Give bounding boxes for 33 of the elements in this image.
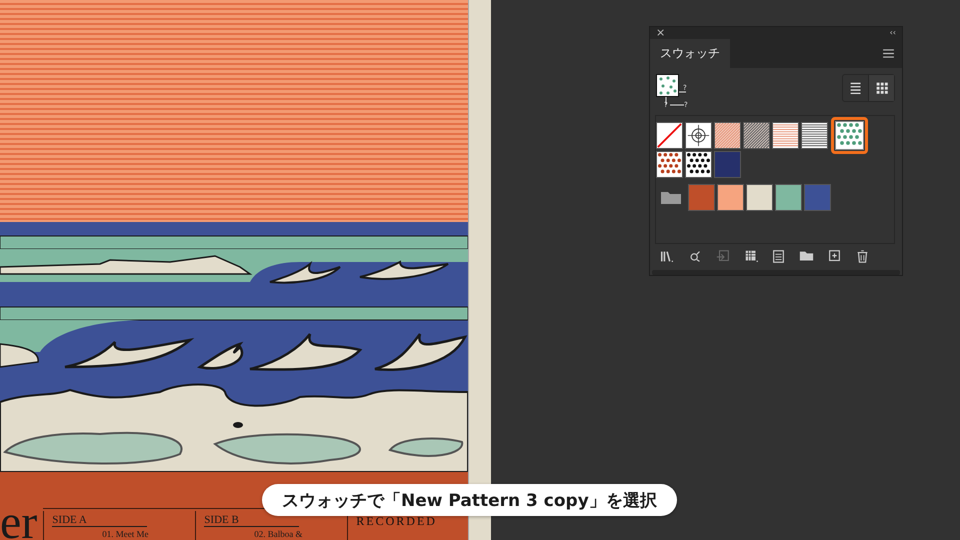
section-heading: SIDE A <box>52 514 147 527</box>
collapse-icon[interactable]: ‹‹ <box>890 28 896 37</box>
thumbnail-view-button[interactable] <box>868 74 894 101</box>
album-title-fragment: er <box>0 506 38 540</box>
folder-icon <box>660 189 682 206</box>
color-swatch[interactable] <box>714 150 741 178</box>
color-swatch[interactable] <box>775 184 802 211</box>
registration-swatch[interactable] <box>685 122 712 149</box>
dot-pattern-swatch[interactable] <box>656 150 683 178</box>
swatch-grid-icon[interactable] <box>744 249 759 264</box>
diagonal-pattern-swatch[interactable] <box>714 122 741 149</box>
diagonal-pattern-swatch[interactable] <box>743 122 770 149</box>
color-swatch[interactable] <box>688 184 715 211</box>
striped-pattern-swatch[interactable] <box>801 122 828 149</box>
color-swatch[interactable] <box>804 184 831 211</box>
track-title: 01. Meet Me <box>101 529 150 540</box>
track-title: 02. Balboa & <box>253 529 304 540</box>
none-swatch[interactable] <box>656 122 683 149</box>
color-swatch[interactable] <box>717 184 744 211</box>
menu-icon[interactable] <box>883 48 894 58</box>
grid-icon <box>874 80 888 95</box>
swatch-options-icon[interactable] <box>771 249 786 264</box>
close-icon[interactable]: × <box>656 27 666 38</box>
dot-pattern-swatch[interactable] <box>685 150 712 178</box>
section-heading: RECORDED <box>356 514 437 529</box>
color-swatch[interactable] <box>746 184 773 211</box>
trash-icon[interactable] <box>854 249 870 264</box>
caption-pill: スウォッチで「New Pattern 3 copy」を選択 <box>262 484 677 516</box>
list-icon <box>848 80 862 95</box>
panel-tab[interactable]: スウォッチ <box>650 38 730 68</box>
dot-pattern-swatch[interactable] <box>831 116 868 154</box>
library-icon[interactable] <box>660 249 675 264</box>
striped-pattern-swatch[interactable] <box>772 122 799 149</box>
